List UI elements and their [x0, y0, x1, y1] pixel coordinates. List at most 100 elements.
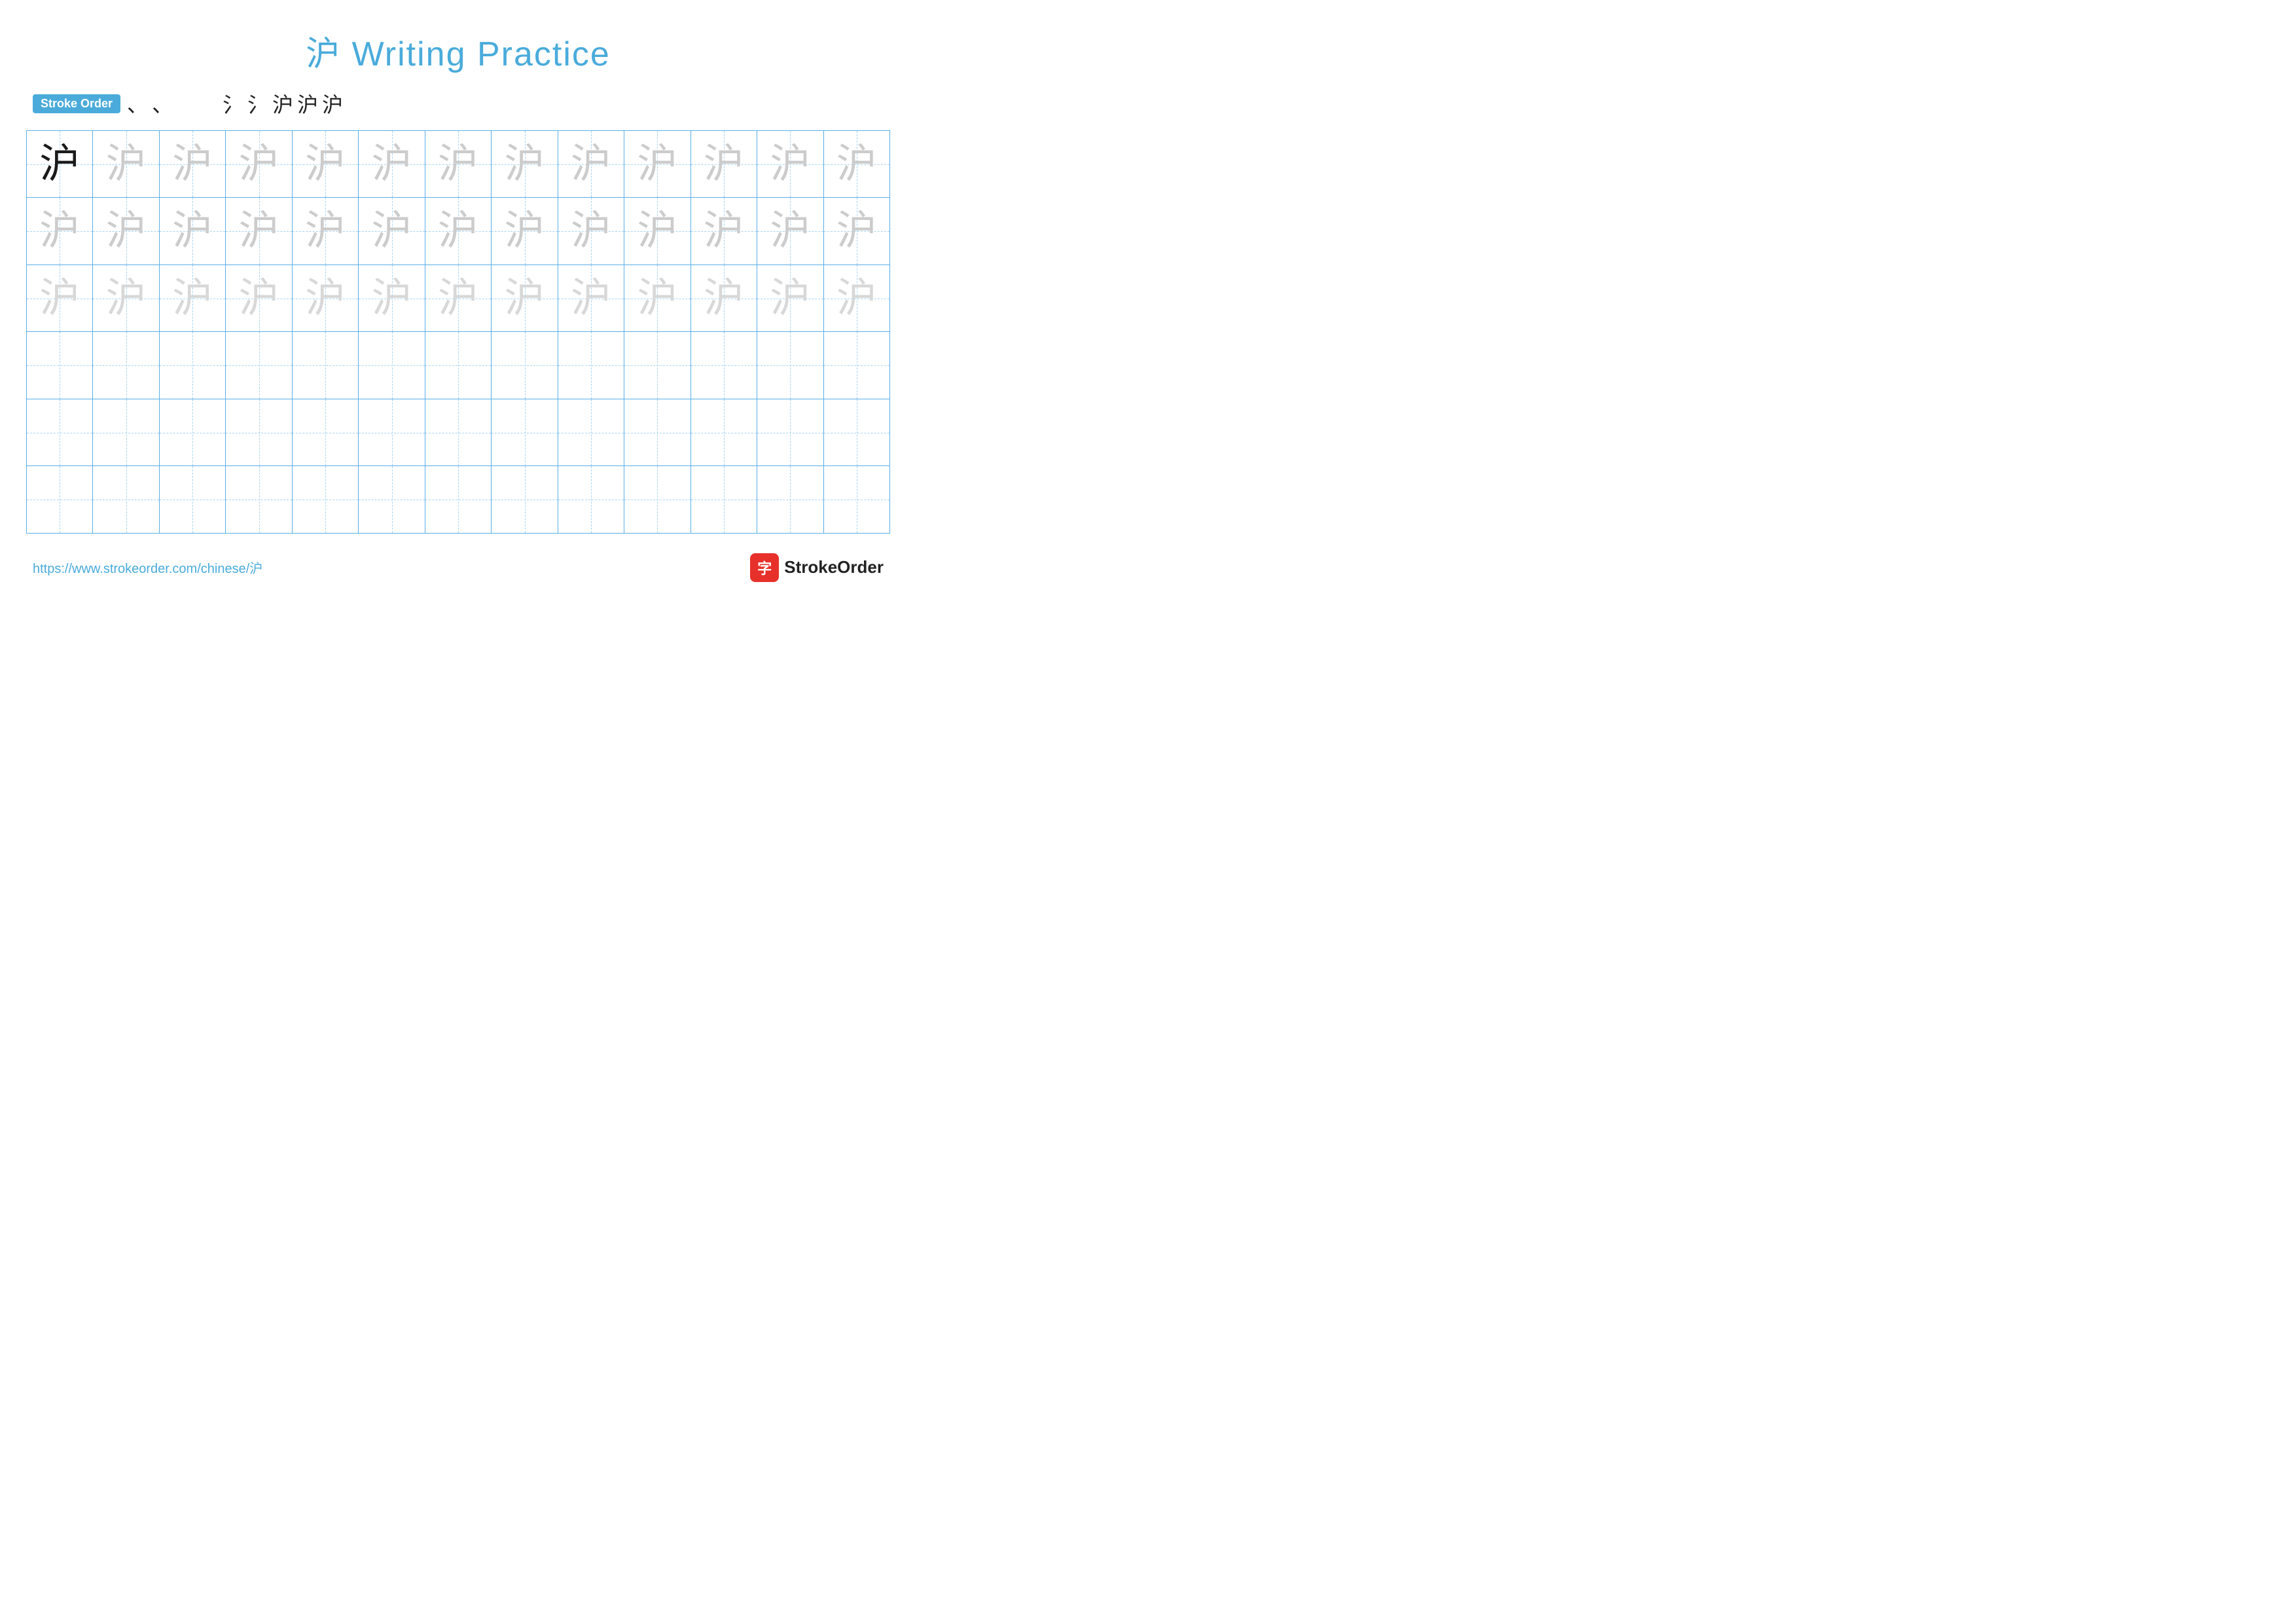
grid-cell-r5c3[interactable]	[160, 399, 226, 465]
footer-url[interactable]: https://www.strokeorder.com/chinese/沪	[33, 558, 262, 577]
char-guide: 沪	[704, 211, 744, 251]
grid-cell-r4c8[interactable]	[492, 332, 558, 398]
grid-cell-r3c2[interactable]: 沪	[93, 265, 159, 331]
grid-cell-r1c9[interactable]: 沪	[558, 131, 624, 197]
grid-cell-r2c7[interactable]: 沪	[425, 198, 492, 264]
grid-cell-r5c7[interactable]	[425, 399, 492, 465]
grid-cell-r1c4[interactable]: 沪	[226, 131, 292, 197]
char-guide: 沪	[770, 278, 810, 319]
grid-cell-r1c8[interactable]: 沪	[492, 131, 558, 197]
practice-grid: 沪 沪 沪 沪 沪 沪 沪 沪 沪 沪 沪 沪	[26, 130, 890, 534]
grid-cell-r3c13[interactable]: 沪	[824, 265, 889, 331]
grid-cell-r6c4[interactable]	[226, 466, 292, 532]
stroke-char-5: 氵	[247, 88, 268, 119]
char-guide: 沪	[239, 211, 279, 251]
char-guide: 沪	[39, 278, 80, 319]
grid-cell-r3c9[interactable]: 沪	[558, 265, 624, 331]
grid-cell-r4c9[interactable]	[558, 332, 624, 398]
grid-cell-r6c8[interactable]	[492, 466, 558, 532]
grid-cell-r4c11[interactable]	[691, 332, 757, 398]
char-guide: 沪	[305, 211, 346, 251]
grid-cell-r4c13[interactable]	[824, 332, 889, 398]
grid-cell-r3c8[interactable]: 沪	[492, 265, 558, 331]
grid-cell-r3c1[interactable]: 沪	[27, 265, 93, 331]
char-guide: 沪	[106, 211, 147, 251]
grid-cell-r3c10[interactable]: 沪	[624, 265, 691, 331]
grid-cell-r2c12[interactable]: 沪	[757, 198, 823, 264]
char-guide: 沪	[372, 144, 412, 185]
grid-cell-r5c2[interactable]	[93, 399, 159, 465]
grid-cell-r5c1[interactable]	[27, 399, 93, 465]
grid-cell-r4c1[interactable]	[27, 332, 93, 398]
grid-cell-r1c2[interactable]: 沪	[93, 131, 159, 197]
grid-row-4	[27, 332, 889, 399]
char-guide: 沪	[106, 144, 147, 185]
grid-cell-r1c7[interactable]: 沪	[425, 131, 492, 197]
grid-cell-r3c7[interactable]: 沪	[425, 265, 492, 331]
grid-cell-r5c10[interactable]	[624, 399, 691, 465]
grid-cell-r6c2[interactable]	[93, 466, 159, 532]
grid-cell-r6c11[interactable]	[691, 466, 757, 532]
grid-cell-r3c5[interactable]: 沪	[293, 265, 359, 331]
grid-cell-r4c12[interactable]	[757, 332, 823, 398]
grid-cell-r2c6[interactable]: 沪	[359, 198, 425, 264]
grid-cell-r6c9[interactable]	[558, 466, 624, 532]
grid-cell-r4c7[interactable]	[425, 332, 492, 398]
grid-cell-r2c11[interactable]: 沪	[691, 198, 757, 264]
grid-cell-r3c6[interactable]: 沪	[359, 265, 425, 331]
grid-cell-r5c11[interactable]	[691, 399, 757, 465]
grid-cell-r1c1[interactable]: 沪	[27, 131, 93, 197]
grid-cell-r4c10[interactable]	[624, 332, 691, 398]
grid-cell-r2c13[interactable]: 沪	[824, 198, 889, 264]
grid-cell-r6c6[interactable]	[359, 466, 425, 532]
grid-cell-r2c4[interactable]: 沪	[226, 198, 292, 264]
char-guide: 沪	[770, 144, 810, 185]
char-guide: 沪	[505, 144, 545, 185]
grid-cell-r1c3[interactable]: 沪	[160, 131, 226, 197]
grid-cell-r4c4[interactable]	[226, 332, 292, 398]
grid-cell-r5c9[interactable]	[558, 399, 624, 465]
grid-cell-r2c10[interactable]: 沪	[624, 198, 691, 264]
grid-cell-r3c4[interactable]: 沪	[226, 265, 292, 331]
grid-cell-r6c10[interactable]	[624, 466, 691, 532]
grid-cell-r3c3[interactable]: 沪	[160, 265, 226, 331]
char-guide: 沪	[438, 144, 478, 185]
grid-cell-r5c4[interactable]	[226, 399, 292, 465]
grid-cell-r6c12[interactable]	[757, 466, 823, 532]
grid-cell-r2c2[interactable]: 沪	[93, 198, 159, 264]
grid-cell-r5c12[interactable]	[757, 399, 823, 465]
grid-cell-r2c8[interactable]: 沪	[492, 198, 558, 264]
grid-cell-r2c9[interactable]: 沪	[558, 198, 624, 264]
grid-cell-r6c3[interactable]	[160, 466, 226, 532]
grid-cell-r1c5[interactable]: 沪	[293, 131, 359, 197]
grid-cell-r4c2[interactable]	[93, 332, 159, 398]
grid-cell-r1c6[interactable]: 沪	[359, 131, 425, 197]
grid-cell-r1c10[interactable]: 沪	[624, 131, 691, 197]
grid-cell-r1c12[interactable]: 沪	[757, 131, 823, 197]
grid-row-5	[27, 399, 889, 466]
grid-cell-r6c5[interactable]	[293, 466, 359, 532]
footer-logo-icon: 字	[750, 553, 779, 582]
grid-cell-r5c13[interactable]	[824, 399, 889, 465]
grid-cell-r5c8[interactable]	[492, 399, 558, 465]
grid-cell-r4c6[interactable]	[359, 332, 425, 398]
grid-cell-r6c7[interactable]	[425, 466, 492, 532]
grid-cell-r2c1[interactable]: 沪	[27, 198, 93, 264]
grid-row-2: 沪 沪 沪 沪 沪 沪 沪 沪 沪 沪 沪 沪	[27, 198, 889, 264]
grid-cell-r4c3[interactable]	[160, 332, 226, 398]
grid-cell-r1c13[interactable]: 沪	[824, 131, 889, 197]
grid-cell-r3c12[interactable]: 沪	[757, 265, 823, 331]
char-solid: 沪	[39, 144, 80, 185]
char-guide: 沪	[637, 144, 677, 185]
grid-cell-r6c13[interactable]	[824, 466, 889, 532]
grid-cell-r5c5[interactable]	[293, 399, 359, 465]
grid-cell-r5c6[interactable]	[359, 399, 425, 465]
grid-cell-r2c3[interactable]: 沪	[160, 198, 226, 264]
grid-cell-r2c5[interactable]: 沪	[293, 198, 359, 264]
stroke-char-7: 沪	[297, 88, 318, 119]
grid-cell-r1c11[interactable]: 沪	[691, 131, 757, 197]
grid-cell-r4c5[interactable]	[293, 332, 359, 398]
grid-cell-r6c1[interactable]	[27, 466, 93, 532]
grid-cell-r3c11[interactable]: 沪	[691, 265, 757, 331]
page-title: 沪 Writing Practice	[26, 26, 890, 75]
